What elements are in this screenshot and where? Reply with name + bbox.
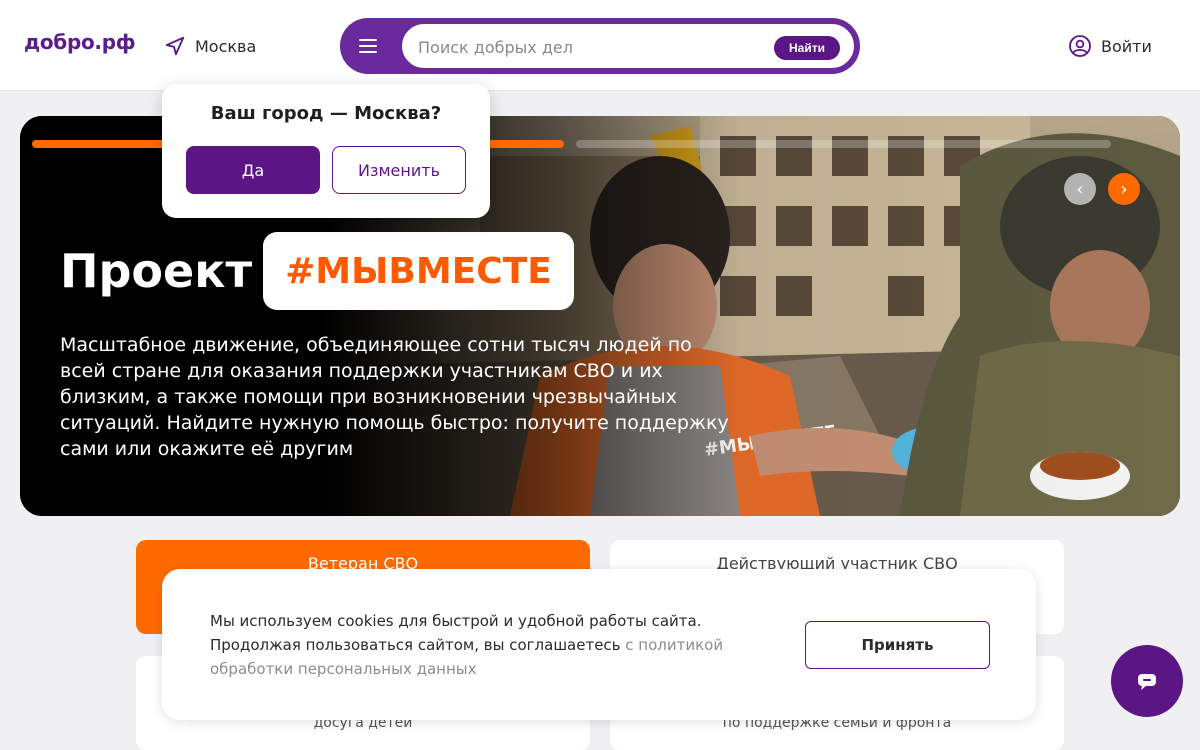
city-change-button[interactable]: Изменить <box>332 146 466 194</box>
location-arrow-icon <box>165 36 185 56</box>
city-confirm-popup: Ваш город — Москва? Да Изменить <box>162 84 490 218</box>
chevron-left-icon[interactable]: ‹ <box>1064 173 1096 205</box>
user-circle-icon <box>1069 35 1091 57</box>
site-header: добро.рф Москва Найти Войти <box>0 0 1200 91</box>
cookie-text: Мы используем cookies для быстрой и удоб… <box>210 609 770 681</box>
login-button[interactable]: Войти <box>1068 32 1152 60</box>
chevron-right-icon[interactable]: › <box>1108 173 1140 205</box>
chat-bubble-icon <box>1138 674 1156 690</box>
city-selector[interactable]: Москва <box>164 32 256 60</box>
logo[interactable]: добро.рф <box>24 30 136 54</box>
city-label: Москва <box>195 36 257 56</box>
menu-icon[interactable] <box>354 32 382 60</box>
cookie-accept-button[interactable]: Принять <box>805 621 990 669</box>
search-bar: Найти <box>340 18 860 74</box>
hero-description: Масштабное движение, объединяющее сотни … <box>60 334 729 460</box>
cookie-banner: Мы используем cookies для быстрой и удоб… <box>162 569 1036 720</box>
hero-title: Проект <box>60 244 253 298</box>
slide-indicator-2[interactable] <box>576 140 1111 148</box>
search-field-container: Найти <box>400 22 856 70</box>
login-label: Войти <box>1101 36 1152 56</box>
city-yes-button[interactable]: Да <box>186 146 320 194</box>
hero-tag: #МЫВМЕСТЕ <box>263 232 574 310</box>
search-input[interactable] <box>418 34 758 60</box>
city-question: Ваш город — Москва? <box>210 103 442 124</box>
chat-button[interactable] <box>1111 645 1183 717</box>
search-button[interactable]: Найти <box>774 36 840 60</box>
